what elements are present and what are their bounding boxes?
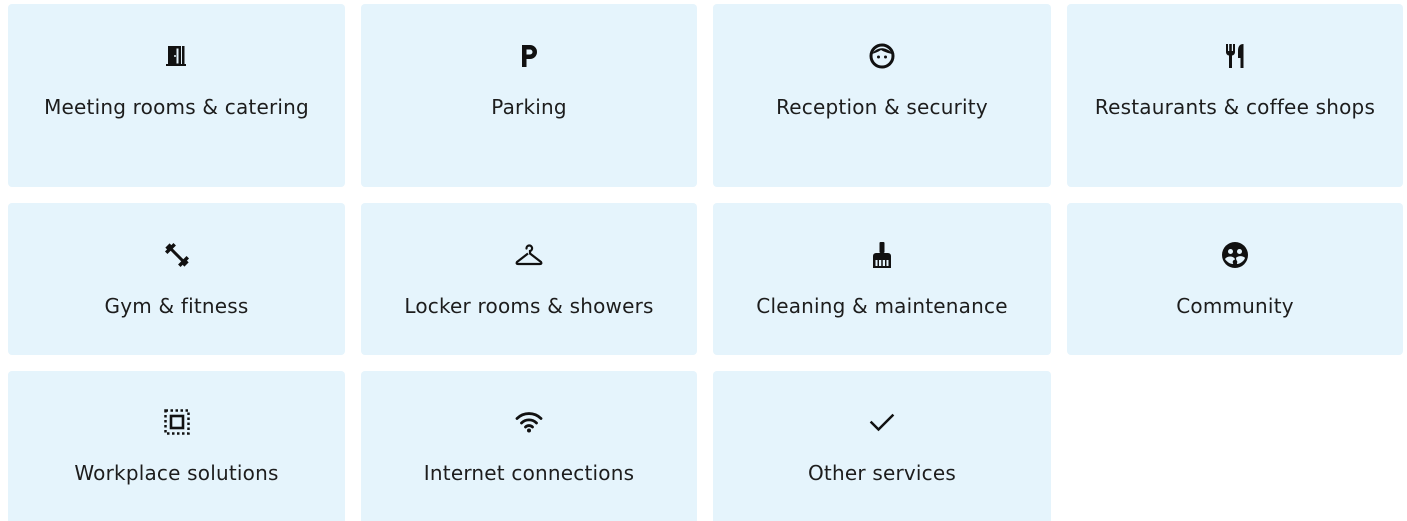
- service-card-internet[interactable]: Internet connections: [361, 371, 697, 521]
- service-label: Community: [1176, 294, 1294, 318]
- service-card-reception[interactable]: Reception & security: [713, 4, 1051, 187]
- dumbbell-icon: [162, 240, 192, 270]
- service-label: Cleaning & maintenance: [756, 294, 1008, 318]
- service-card-parking[interactable]: Parking: [361, 4, 697, 187]
- service-card-community[interactable]: Community: [1067, 203, 1403, 355]
- face-icon: [867, 41, 897, 71]
- service-label: Meeting rooms & catering: [44, 95, 309, 119]
- service-card-meeting-rooms[interactable]: Meeting rooms & catering: [8, 4, 345, 187]
- service-label: Reception & security: [776, 95, 988, 119]
- service-card-other[interactable]: Other services: [713, 371, 1051, 521]
- check-icon: [867, 407, 897, 437]
- service-card-gym[interactable]: Gym & fitness: [8, 203, 345, 355]
- service-label: Gym & fitness: [104, 294, 249, 318]
- service-label: Internet connections: [423, 461, 635, 485]
- service-label: Workplace solutions: [74, 461, 279, 485]
- wifi-icon: [514, 407, 544, 437]
- parking-icon: [514, 41, 544, 71]
- hanger-icon: [514, 240, 544, 270]
- service-card-workplace[interactable]: Workplace solutions: [8, 371, 345, 521]
- door-icon: [162, 41, 192, 71]
- broom-icon: [867, 240, 897, 270]
- fork-knife-icon: [1220, 41, 1250, 71]
- select-area-icon: [162, 407, 192, 437]
- service-card-restaurants[interactable]: Restaurants & coffee shops: [1067, 4, 1403, 187]
- service-card-cleaning[interactable]: Cleaning & maintenance: [713, 203, 1051, 355]
- service-label: Locker rooms & showers: [404, 294, 654, 318]
- service-label: Restaurants & coffee shops: [1094, 95, 1376, 119]
- service-label: Other services: [807, 461, 956, 485]
- community-icon: [1220, 240, 1250, 270]
- service-label: Parking: [491, 95, 567, 119]
- service-card-locker-rooms[interactable]: Locker rooms & showers: [361, 203, 697, 355]
